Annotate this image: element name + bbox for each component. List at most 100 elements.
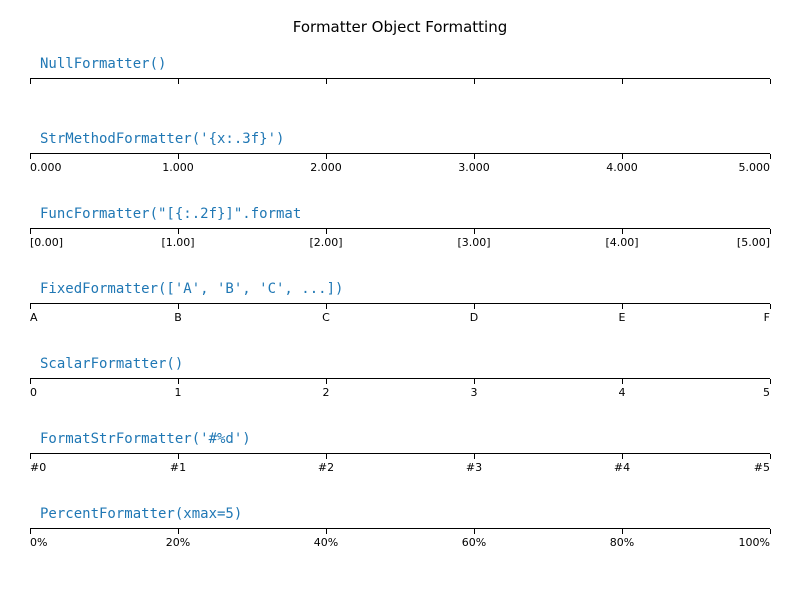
- tick-label: 2: [323, 386, 330, 399]
- tick-mark: [770, 454, 771, 459]
- tick-mark: [30, 229, 31, 234]
- tick-mark: [178, 154, 179, 159]
- tick-label: [2.00]: [309, 236, 342, 249]
- tick-mark: [770, 229, 771, 234]
- tick-label: 60%: [462, 536, 486, 549]
- tick-label: [4.00]: [605, 236, 638, 249]
- tick-label: F: [764, 311, 770, 324]
- tick-label: 1: [175, 386, 182, 399]
- axis-block-2: FuncFormatter("[{:.2f}]".format [0.00][1.…: [30, 206, 770, 239]
- tick-mark: [178, 229, 179, 234]
- tick-mark: [622, 79, 623, 84]
- tick-mark: [326, 79, 327, 84]
- tick-mark: [30, 454, 31, 459]
- tick-mark: [326, 454, 327, 459]
- tick-label: 4.000: [606, 161, 638, 174]
- tick-label: 5: [763, 386, 770, 399]
- tick-mark: [30, 79, 31, 84]
- axis-line: ABCDEF: [30, 303, 770, 314]
- tick-label: 80%: [610, 536, 634, 549]
- tick-mark: [326, 304, 327, 309]
- tick-mark: [30, 379, 31, 384]
- tick-mark: [178, 529, 179, 534]
- tick-mark: [770, 304, 771, 309]
- axis-block-1: StrMethodFormatter('{x:.3f}') 0.0001.0002…: [30, 131, 770, 164]
- tick-label: 0.000: [30, 161, 62, 174]
- tick-mark: [30, 529, 31, 534]
- tick-label: 3.000: [458, 161, 490, 174]
- tick-mark: [474, 304, 475, 309]
- tick-label: D: [470, 311, 478, 324]
- tick-label: A: [30, 311, 38, 324]
- tick-label: 1.000: [162, 161, 194, 174]
- tick-label: 4: [619, 386, 626, 399]
- tick-label: #2: [318, 461, 334, 474]
- axis-title: FormatStrFormatter('#%d'): [30, 431, 770, 447]
- tick-label: #5: [754, 461, 770, 474]
- tick-mark: [326, 229, 327, 234]
- tick-mark: [622, 379, 623, 384]
- tick-mark: [770, 154, 771, 159]
- tick-mark: [474, 529, 475, 534]
- axis-line: 0.0001.0002.0003.0004.0005.000: [30, 153, 770, 164]
- tick-mark: [622, 229, 623, 234]
- tick-label: E: [619, 311, 626, 324]
- tick-mark: [326, 154, 327, 159]
- tick-label: #4: [614, 461, 630, 474]
- tick-mark: [770, 379, 771, 384]
- tick-label: B: [174, 311, 182, 324]
- tick-mark: [474, 79, 475, 84]
- tick-label: 5.000: [739, 161, 771, 174]
- axis-block-6: PercentFormatter(xmax=5) 0%20%40%60%80%10…: [30, 506, 770, 539]
- tick-label: [5.00]: [737, 236, 770, 249]
- tick-mark: [30, 154, 31, 159]
- tick-mark: [770, 79, 771, 84]
- axis-title: ScalarFormatter(): [30, 356, 770, 372]
- axis-line: [30, 78, 770, 89]
- tick-mark: [622, 454, 623, 459]
- tick-label: [0.00]: [30, 236, 63, 249]
- axis-title: FuncFormatter("[{:.2f}]".format: [30, 206, 770, 222]
- tick-label: [3.00]: [457, 236, 490, 249]
- tick-label: 0: [30, 386, 37, 399]
- tick-mark: [622, 154, 623, 159]
- axis-block-5: FormatStrFormatter('#%d') #0#1#2#3#4#5: [30, 431, 770, 464]
- tick-mark: [474, 229, 475, 234]
- axis-line: 012345: [30, 378, 770, 389]
- page-title: Formatter Object Formatting: [0, 18, 800, 36]
- tick-mark: [326, 529, 327, 534]
- tick-mark: [178, 379, 179, 384]
- tick-label: [1.00]: [161, 236, 194, 249]
- tick-label: 0%: [30, 536, 47, 549]
- tick-label: 40%: [314, 536, 338, 549]
- axis-title: PercentFormatter(xmax=5): [30, 506, 770, 522]
- tick-label: #3: [466, 461, 482, 474]
- axis-block-3: FixedFormatter(['A', 'B', 'C', ...]) ABCD…: [30, 281, 770, 314]
- axis-block-4: ScalarFormatter() 012345: [30, 356, 770, 389]
- tick-label: C: [322, 311, 330, 324]
- tick-mark: [474, 154, 475, 159]
- tick-label: 20%: [166, 536, 190, 549]
- tick-label: 3: [471, 386, 478, 399]
- tick-mark: [178, 304, 179, 309]
- axis-title: NullFormatter(): [30, 56, 770, 72]
- axis-line: #0#1#2#3#4#5: [30, 453, 770, 464]
- tick-mark: [474, 379, 475, 384]
- tick-label: #0: [30, 461, 46, 474]
- tick-mark: [30, 304, 31, 309]
- tick-label: 100%: [739, 536, 770, 549]
- tick-mark: [622, 529, 623, 534]
- tick-mark: [474, 454, 475, 459]
- tick-mark: [178, 454, 179, 459]
- tick-label: #1: [170, 461, 186, 474]
- axis-title: StrMethodFormatter('{x:.3f}'): [30, 131, 770, 147]
- axis-block-0: NullFormatter(): [30, 56, 770, 89]
- axis-line: 0%20%40%60%80%100%: [30, 528, 770, 539]
- tick-mark: [178, 79, 179, 84]
- tick-mark: [326, 379, 327, 384]
- tick-mark: [622, 304, 623, 309]
- axis-line: [0.00][1.00][2.00][3.00][4.00][5.00]: [30, 228, 770, 239]
- tick-mark: [770, 529, 771, 534]
- tick-label: 2.000: [310, 161, 342, 174]
- axis-title: FixedFormatter(['A', 'B', 'C', ...]): [30, 281, 770, 297]
